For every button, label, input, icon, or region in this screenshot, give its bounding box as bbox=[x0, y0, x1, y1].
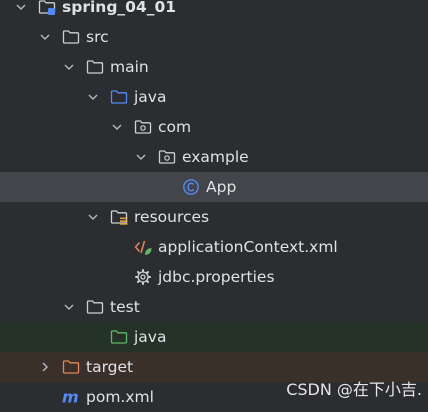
tree-node-java-test[interactable]: java bbox=[0, 322, 428, 352]
tree-node-label: test bbox=[110, 298, 140, 316]
tree-node-main[interactable]: main bbox=[0, 52, 428, 82]
resources-root-folder-icon bbox=[110, 210, 128, 225]
tree-node-label: spring_04_01 bbox=[62, 0, 177, 16]
chevron-down-icon[interactable] bbox=[14, 0, 28, 14]
tree-node-label: pom.xml bbox=[86, 388, 154, 406]
tree-node-label: applicationContext.xml bbox=[158, 238, 338, 256]
tree-node-src[interactable]: src bbox=[0, 22, 428, 52]
folder-icon bbox=[86, 300, 104, 314]
xml-file-icon bbox=[134, 240, 152, 255]
chevron-right-icon[interactable] bbox=[38, 360, 52, 374]
tree-node-spring-04-01[interactable]: spring_04_01 bbox=[0, 0, 428, 22]
chevron-down-icon[interactable] bbox=[110, 120, 124, 134]
tree-node-java-main[interactable]: java bbox=[0, 82, 428, 112]
tree-node-application-context-xml[interactable]: applicationContext.xml bbox=[0, 232, 428, 262]
excluded-folder-icon bbox=[62, 360, 80, 374]
folder-icon bbox=[62, 30, 80, 44]
package-icon bbox=[158, 150, 176, 164]
tree-node-com[interactable]: com bbox=[0, 112, 428, 142]
test-root-folder-icon bbox=[110, 330, 128, 344]
maven-icon: m bbox=[62, 388, 79, 406]
tree-node-resources[interactable]: resources bbox=[0, 202, 428, 232]
tree-node-label: main bbox=[110, 58, 149, 76]
chevron-down-icon[interactable] bbox=[86, 210, 100, 224]
project-tool-window: { "tree": { "root": {"label": "spring_04… bbox=[0, 0, 428, 409]
tree-node-label: src bbox=[86, 28, 109, 46]
folder-icon bbox=[86, 60, 104, 74]
project-tree: spring_04_01 src main java com example A… bbox=[0, 0, 428, 412]
tree-node-app[interactable]: App bbox=[0, 172, 428, 202]
tree-node-label: com bbox=[158, 118, 192, 136]
tree-node-example[interactable]: example bbox=[0, 142, 428, 172]
chevron-down-icon[interactable] bbox=[38, 30, 52, 44]
chevron-down-icon[interactable] bbox=[134, 150, 148, 164]
chevron-down-icon[interactable] bbox=[62, 300, 76, 314]
tree-node-test[interactable]: test bbox=[0, 292, 428, 322]
tree-node-jdbc-properties[interactable]: jdbc.properties bbox=[0, 262, 428, 292]
tree-node-label: example bbox=[182, 148, 249, 166]
tree-node-label: jdbc.properties bbox=[158, 268, 275, 286]
tree-node-label: target bbox=[86, 358, 134, 376]
csdn-watermark: CSDN @在下小吉. bbox=[286, 380, 422, 399]
tree-node-label: java bbox=[134, 328, 167, 346]
package-icon bbox=[134, 120, 152, 134]
java-class-icon bbox=[183, 179, 199, 195]
properties-gear-icon bbox=[135, 269, 151, 285]
chevron-down-icon[interactable] bbox=[62, 60, 76, 74]
source-root-folder-icon bbox=[110, 90, 128, 104]
chevron-down-icon[interactable] bbox=[86, 90, 100, 104]
tree-node-label: java bbox=[134, 88, 167, 106]
tree-node-label: App bbox=[206, 178, 237, 196]
module-folder-icon bbox=[38, 0, 56, 15]
svg-text:m: m bbox=[62, 388, 79, 406]
tree-node-label: resources bbox=[134, 208, 210, 226]
